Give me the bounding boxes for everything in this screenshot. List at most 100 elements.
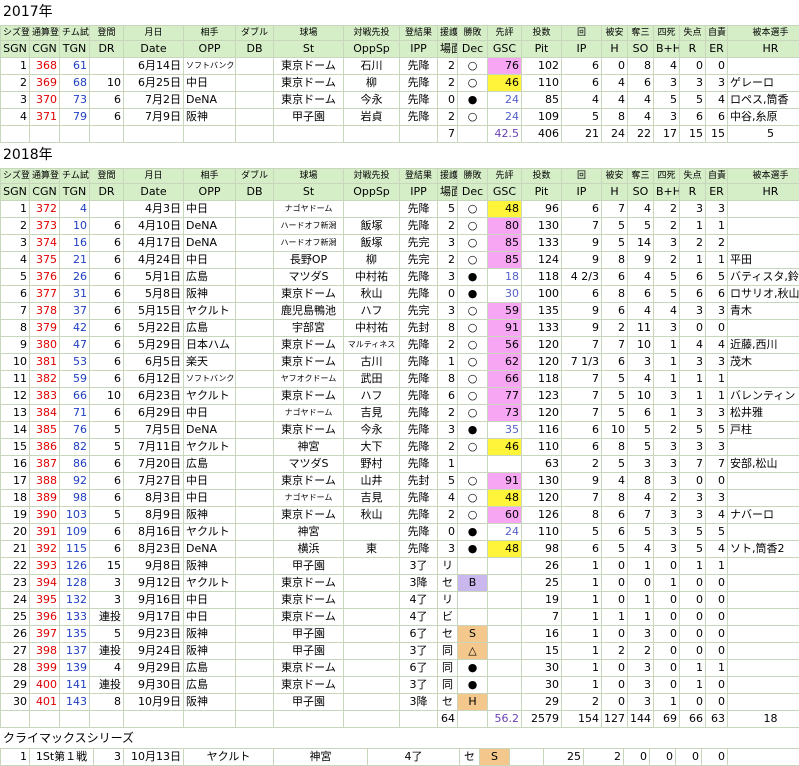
cell-col-3: 4 <box>90 660 124 677</box>
cell-col-20: バレンティン <box>728 388 799 405</box>
cell-col-17: 4 <box>654 58 680 75</box>
header-en-cell: DR <box>90 184 124 201</box>
cell-col-2: 132 <box>60 592 90 609</box>
cell-col-16: 1 <box>628 558 654 575</box>
cell-col-18: 0 <box>680 609 706 626</box>
cell-col-4: 4月24日 <box>124 252 184 269</box>
cell-col-20: 中谷,糸原 <box>728 109 799 126</box>
cell-col-20 <box>728 218 799 235</box>
cell-col-0: 10 <box>1 354 30 371</box>
cell-col-2: 133 <box>60 609 90 626</box>
header-jp-cell: 対戦先投 <box>344 169 400 184</box>
cell-col-15: 2 <box>602 643 628 660</box>
header-en-cell: DB <box>236 41 274 58</box>
cell-col-10: 3 <box>438 235 458 252</box>
cell-col-15: 5 <box>602 541 628 558</box>
cell-col-10: 2 <box>438 58 458 75</box>
header-en-cell: OppSp <box>344 41 400 58</box>
cell-col-10: セ <box>438 626 458 643</box>
cell-col-13: 130 <box>522 218 562 235</box>
cell-col-5: 広島 <box>184 456 236 473</box>
cell-col-5: 阪神 <box>184 286 236 303</box>
header-jp-cell: 四死 <box>654 26 680 41</box>
cell-col-5: 阪神 <box>184 643 236 660</box>
cell-col-17: 5 <box>654 269 680 286</box>
cell-col-13: 96 <box>522 201 562 218</box>
cell-col-11: ○ <box>458 337 488 354</box>
table-row: 163878667月20日広島マツダS野村先降163253377安部,松山 <box>1 456 799 473</box>
cell-col-11: ○ <box>458 252 488 269</box>
cell-col-18: 3 <box>680 439 706 456</box>
cell-col-11: ○ <box>458 490 488 507</box>
cell-col-3: 6 <box>90 541 124 558</box>
cell-col-7: 鹿児島鴨池 <box>274 303 344 320</box>
cell-col-2: 31 <box>60 286 90 303</box>
cell-col-11: H <box>458 694 488 711</box>
cell-col-4: 5月15日 <box>124 303 184 320</box>
table-row: 2139211568月23日DeNA横浜東先降3●4898654354ソト,筒香… <box>1 541 799 558</box>
sum-hits: 127 <box>602 711 628 728</box>
cell-col-10: リ <box>438 558 458 575</box>
cell-col-0: 15 <box>1 439 30 456</box>
header-en-cell: HR <box>728 184 799 201</box>
cell-col-5: 楽天 <box>184 354 236 371</box>
cell-col-2: 82 <box>60 439 90 456</box>
cell-col-10: 4 <box>438 490 458 507</box>
header-jp-cell: 通算登 <box>30 26 60 41</box>
cell-col-8: 柳 <box>344 75 400 92</box>
cell-col-6 <box>236 286 274 303</box>
cell-col-18: 3 <box>680 75 706 92</box>
cell-col-4: 6月12日 <box>124 371 184 388</box>
cell-col-3: 連投 <box>90 643 124 660</box>
cell-col-14: 6 <box>562 201 602 218</box>
cell-col-12 <box>488 660 522 677</box>
cell-col-17: 3 <box>654 75 680 92</box>
cell-col-13: 120 <box>522 490 562 507</box>
cell-col-0: 27 <box>1 643 30 660</box>
cs-cell-4: ヤクルト <box>184 749 274 766</box>
cell-col-12 <box>488 609 522 626</box>
cell-col-1: 370 <box>30 92 60 109</box>
empty-cell <box>1 126 30 143</box>
cell-col-9: 先降 <box>400 218 438 235</box>
cell-col-14: 1 <box>562 592 602 609</box>
header-en-cell: IPP <box>400 184 438 201</box>
cell-col-16: 8 <box>628 473 654 490</box>
cell-col-12: 48 <box>488 541 522 558</box>
cell-col-14: 5 <box>562 524 602 541</box>
cell-col-16: 4 <box>628 303 654 320</box>
cell-col-9: 先降 <box>400 388 438 405</box>
cell-col-10: 2 <box>438 75 458 92</box>
cell-col-17: 0 <box>654 643 680 660</box>
cell-col-18: 2 <box>680 235 706 252</box>
cell-col-18: 1 <box>680 371 706 388</box>
cell-col-6 <box>236 456 274 473</box>
cell-col-0: 3 <box>1 92 30 109</box>
cell-col-3: 連投 <box>90 677 124 694</box>
cell-col-15: 5 <box>602 405 628 422</box>
cell-col-10: セ <box>438 575 458 592</box>
cell-col-6 <box>236 371 274 388</box>
cell-col-3: 5 <box>90 422 124 439</box>
cell-col-12: 85 <box>488 235 522 252</box>
header-jp-cell: 先評 <box>488 26 522 41</box>
cell-col-4: 6月14日 <box>124 58 184 75</box>
header-jp-cell: 勝敗 <box>458 169 488 184</box>
cs-cell-14: 0 <box>676 749 702 766</box>
cell-col-2: 98 <box>60 490 90 507</box>
header-en-cell: SGN <box>1 41 30 58</box>
cell-col-1: 384 <box>30 405 60 422</box>
header-en-cell: St <box>274 184 344 201</box>
cell-col-5: DeNA <box>184 92 236 109</box>
cell-col-15: 8 <box>602 252 628 269</box>
cell-col-16: 4 <box>628 269 654 286</box>
cell-col-13: 29 <box>522 694 562 711</box>
cell-col-13: 63 <box>522 456 562 473</box>
cell-col-11: ● <box>458 286 488 303</box>
table-row: 53762665月1日広島マツダS中村祐先降3●181184 2/364565バ… <box>1 269 799 286</box>
cell-col-4: 6月23日 <box>124 388 184 405</box>
cell-col-5: ヤクルト <box>184 439 236 456</box>
cell-col-6 <box>236 490 274 507</box>
cell-col-1: 396 <box>30 609 60 626</box>
cell-col-19: 1 <box>706 252 728 269</box>
